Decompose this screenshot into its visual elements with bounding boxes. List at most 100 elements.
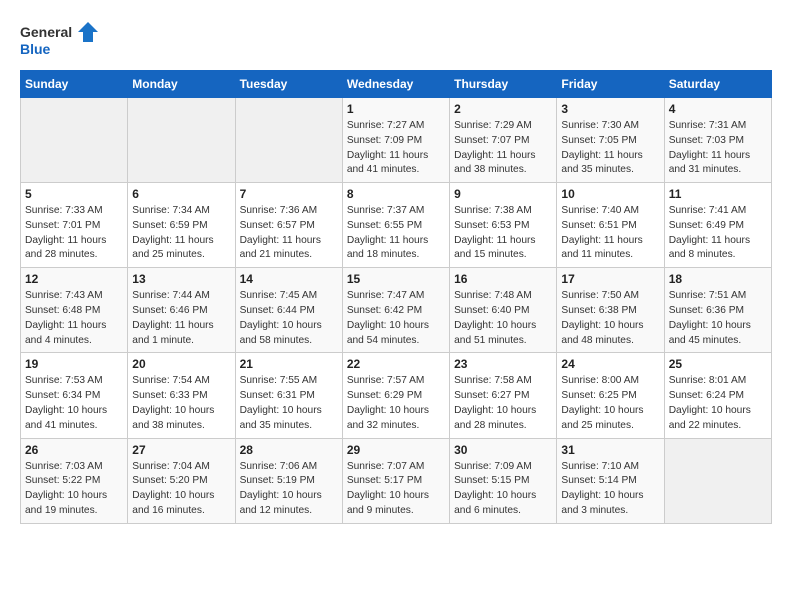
calendar-cell: 5Sunrise: 7:33 AM Sunset: 7:01 PM Daylig…	[21, 183, 128, 268]
day-number: 19	[25, 357, 123, 371]
day-number: 13	[132, 272, 230, 286]
calendar-week-row: 1 Sunrise: 7:27 AM Sunset: 7:09 PM Daylig…	[21, 98, 772, 183]
calendar-cell: 10Sunrise: 7:40 AM Sunset: 6:51 PM Dayli…	[557, 183, 664, 268]
weekday-header: Wednesday	[342, 71, 449, 98]
day-info: Sunrise: 7:36 AM Sunset: 6:57 PM Dayligh…	[240, 204, 338, 263]
svg-text:Blue: Blue	[20, 41, 51, 57]
calendar-cell: 30Sunrise: 7:09 AM Sunset: 5:15 PM Dayli…	[450, 438, 557, 523]
day-info: Sunrise: 7:37 AM Sunset: 6:55 PM Dayligh…	[347, 204, 445, 263]
calendar-cell: 16 Sunrise: 7:48 AM Sunset: 6:40 PM Dayli…	[450, 268, 557, 353]
day-info: Sunrise: 7:47 AM Sunset: 6:42 PM Dayligh…	[347, 289, 445, 348]
calendar-cell: 19 Sunrise: 7:53 AM Sunset: 6:34 PM Dayli…	[21, 353, 128, 438]
day-info: Sunrise: 8:01 AM Sunset: 6:24 PM Dayligh…	[669, 374, 767, 433]
calendar-cell: 14 Sunrise: 7:45 AM Sunset: 6:44 PM Dayli…	[235, 268, 342, 353]
calendar-cell: 4 Sunrise: 7:31 AM Sunset: 7:03 PM Daylig…	[664, 98, 771, 183]
day-info: Sunrise: 7:58 AM Sunset: 6:27 PM Dayligh…	[454, 374, 552, 433]
logo-icon: General Blue	[20, 20, 100, 60]
day-info: Sunrise: 7:48 AM Sunset: 6:40 PM Dayligh…	[454, 289, 552, 348]
day-number: 26	[25, 443, 123, 457]
day-number: 11	[669, 187, 767, 201]
day-info: Sunrise: 8:00 AM Sunset: 6:25 PM Dayligh…	[561, 374, 659, 433]
day-number: 4	[669, 102, 767, 116]
calendar-cell	[128, 98, 235, 183]
calendar-cell: 1 Sunrise: 7:27 AM Sunset: 7:09 PM Daylig…	[342, 98, 449, 183]
day-info: Sunrise: 7:44 AM Sunset: 6:46 PM Dayligh…	[132, 289, 230, 348]
day-number: 25	[669, 357, 767, 371]
calendar-cell: 25 Sunrise: 8:01 AM Sunset: 6:24 PM Dayli…	[664, 353, 771, 438]
calendar-cell: 17Sunrise: 7:50 AM Sunset: 6:38 PM Dayli…	[557, 268, 664, 353]
day-info: Sunrise: 7:04 AM Sunset: 5:20 PM Dayligh…	[132, 460, 230, 519]
day-number: 27	[132, 443, 230, 457]
calendar-cell: 7 Sunrise: 7:36 AM Sunset: 6:57 PM Daylig…	[235, 183, 342, 268]
day-info: Sunrise: 7:07 AM Sunset: 5:17 PM Dayligh…	[347, 460, 445, 519]
day-info: Sunrise: 7:03 AM Sunset: 5:22 PM Dayligh…	[25, 460, 123, 519]
day-number: 17	[561, 272, 659, 286]
day-info: Sunrise: 7:10 AM Sunset: 5:14 PM Dayligh…	[561, 460, 659, 519]
day-number: 31	[561, 443, 659, 457]
day-info: Sunrise: 7:54 AM Sunset: 6:33 PM Dayligh…	[132, 374, 230, 433]
calendar-cell	[21, 98, 128, 183]
calendar-cell: 27 Sunrise: 7:04 AM Sunset: 5:20 PM Dayli…	[128, 438, 235, 523]
svg-text:General: General	[20, 24, 72, 40]
day-number: 9	[454, 187, 552, 201]
weekday-header-row: SundayMondayTuesdayWednesdayThursdayFrid…	[21, 71, 772, 98]
day-number: 5	[25, 187, 123, 201]
day-number: 29	[347, 443, 445, 457]
weekday-header: Tuesday	[235, 71, 342, 98]
day-number: 1	[347, 102, 445, 116]
weekday-header: Sunday	[21, 71, 128, 98]
day-info: Sunrise: 7:41 AM Sunset: 6:49 PM Dayligh…	[669, 204, 767, 263]
calendar-cell: 11 Sunrise: 7:41 AM Sunset: 6:49 PM Dayli…	[664, 183, 771, 268]
day-info: Sunrise: 7:40 AM Sunset: 6:51 PM Dayligh…	[561, 204, 659, 263]
weekday-header: Thursday	[450, 71, 557, 98]
calendar-week-row: 12 Sunrise: 7:43 AM Sunset: 6:48 PM Dayli…	[21, 268, 772, 353]
day-number: 14	[240, 272, 338, 286]
calendar-cell: 6 Sunrise: 7:34 AM Sunset: 6:59 PM Daylig…	[128, 183, 235, 268]
day-number: 15	[347, 272, 445, 286]
calendar-cell: 20 Sunrise: 7:54 AM Sunset: 6:33 PM Dayli…	[128, 353, 235, 438]
day-info: Sunrise: 7:38 AM Sunset: 6:53 PM Dayligh…	[454, 204, 552, 263]
page-header: General Blue	[20, 20, 772, 60]
calendar-cell: 3Sunrise: 7:30 AM Sunset: 7:05 PM Daylig…	[557, 98, 664, 183]
calendar-week-row: 26 Sunrise: 7:03 AM Sunset: 5:22 PM Dayli…	[21, 438, 772, 523]
calendar-cell: 26 Sunrise: 7:03 AM Sunset: 5:22 PM Dayli…	[21, 438, 128, 523]
day-number: 12	[25, 272, 123, 286]
weekday-header: Saturday	[664, 71, 771, 98]
day-info: Sunrise: 7:29 AM Sunset: 7:07 PM Dayligh…	[454, 119, 552, 178]
day-info: Sunrise: 7:27 AM Sunset: 7:09 PM Dayligh…	[347, 119, 445, 178]
calendar-cell: 15 Sunrise: 7:47 AM Sunset: 6:42 PM Dayli…	[342, 268, 449, 353]
calendar-cell: 23Sunrise: 7:58 AM Sunset: 6:27 PM Dayli…	[450, 353, 557, 438]
day-number: 2	[454, 102, 552, 116]
day-number: 28	[240, 443, 338, 457]
day-info: Sunrise: 7:34 AM Sunset: 6:59 PM Dayligh…	[132, 204, 230, 263]
day-info: Sunrise: 7:43 AM Sunset: 6:48 PM Dayligh…	[25, 289, 123, 348]
calendar-cell	[664, 438, 771, 523]
calendar-cell: 9 Sunrise: 7:38 AM Sunset: 6:53 PM Daylig…	[450, 183, 557, 268]
day-info: Sunrise: 7:06 AM Sunset: 5:19 PM Dayligh…	[240, 460, 338, 519]
calendar-cell: 31 Sunrise: 7:10 AM Sunset: 5:14 PM Dayli…	[557, 438, 664, 523]
calendar-cell: 22Sunrise: 7:57 AM Sunset: 6:29 PM Dayli…	[342, 353, 449, 438]
day-number: 21	[240, 357, 338, 371]
day-number: 20	[132, 357, 230, 371]
day-info: Sunrise: 7:31 AM Sunset: 7:03 PM Dayligh…	[669, 119, 767, 178]
weekday-header: Monday	[128, 71, 235, 98]
calendar-cell: 18Sunrise: 7:51 AM Sunset: 6:36 PM Dayli…	[664, 268, 771, 353]
day-number: 24	[561, 357, 659, 371]
calendar-cell	[235, 98, 342, 183]
day-number: 18	[669, 272, 767, 286]
day-number: 7	[240, 187, 338, 201]
calendar-week-row: 5Sunrise: 7:33 AM Sunset: 7:01 PM Daylig…	[21, 183, 772, 268]
day-info: Sunrise: 7:57 AM Sunset: 6:29 PM Dayligh…	[347, 374, 445, 433]
day-info: Sunrise: 7:55 AM Sunset: 6:31 PM Dayligh…	[240, 374, 338, 433]
calendar-cell: 24 Sunrise: 8:00 AM Sunset: 6:25 PM Dayli…	[557, 353, 664, 438]
calendar-cell: 29 Sunrise: 7:07 AM Sunset: 5:17 PM Dayli…	[342, 438, 449, 523]
day-info: Sunrise: 7:53 AM Sunset: 6:34 PM Dayligh…	[25, 374, 123, 433]
day-number: 16	[454, 272, 552, 286]
day-number: 6	[132, 187, 230, 201]
day-number: 3	[561, 102, 659, 116]
calendar-cell: 12 Sunrise: 7:43 AM Sunset: 6:48 PM Dayli…	[21, 268, 128, 353]
day-info: Sunrise: 7:45 AM Sunset: 6:44 PM Dayligh…	[240, 289, 338, 348]
calendar-cell: 8Sunrise: 7:37 AM Sunset: 6:55 PM Daylig…	[342, 183, 449, 268]
calendar-cell: 21 Sunrise: 7:55 AM Sunset: 6:31 PM Dayli…	[235, 353, 342, 438]
logo: General Blue	[20, 20, 100, 60]
